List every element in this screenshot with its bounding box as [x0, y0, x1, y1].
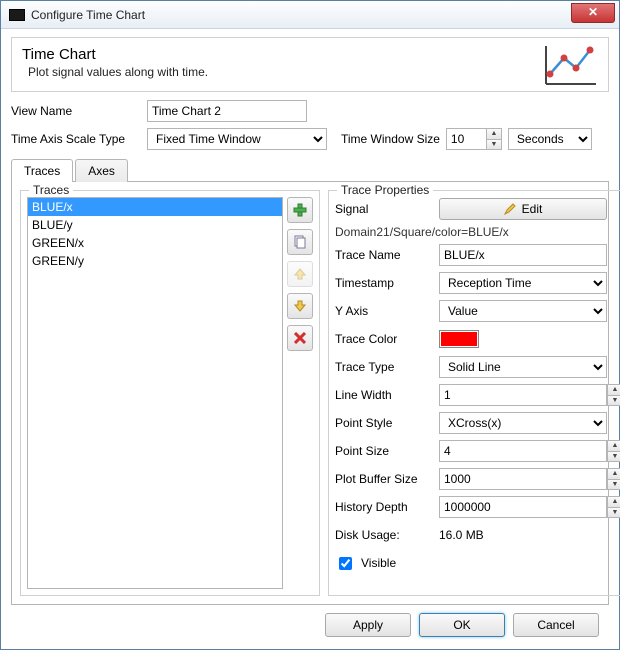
trace-type-label: Trace Type [335, 360, 433, 374]
list-item[interactable]: BLUE/y [28, 216, 282, 234]
window-size-input[interactable] [446, 128, 486, 150]
scale-type-label: Time Axis Scale Type [11, 132, 141, 146]
signal-path-text: Domain21/Square/color=BLUE/x [335, 225, 620, 239]
plot-buffer-spinner[interactable]: ▲▼ [439, 468, 620, 490]
scale-type-select[interactable]: Fixed Time Window [147, 128, 327, 150]
cancel-button[interactable]: Cancel [513, 613, 599, 637]
view-name-label: View Name [11, 104, 141, 118]
point-style-label: Point Style [335, 416, 433, 430]
visible-checkbox[interactable] [339, 557, 352, 570]
window-title: Configure Time Chart [31, 8, 145, 22]
header-panel: Time Chart Plot signal values along with… [11, 37, 609, 92]
disk-usage-label: Disk Usage: [335, 528, 433, 542]
move-up-button [287, 261, 313, 287]
window-size-spinner[interactable]: ▲ ▼ [446, 128, 502, 150]
spin-up-icon[interactable]: ▲ [607, 468, 620, 479]
spin-down-icon[interactable]: ▼ [607, 507, 620, 519]
props-legend: Trace Properties [337, 183, 433, 197]
yaxis-label: Y Axis [335, 304, 433, 318]
app-icon [9, 9, 25, 21]
titlebar: Configure Time Chart ✕ [1, 1, 619, 29]
plot-buffer-label: Plot Buffer Size [335, 472, 433, 486]
spin-down-icon[interactable]: ▼ [607, 451, 620, 463]
spin-up-icon[interactable]: ▲ [607, 384, 620, 395]
arrow-up-icon [294, 268, 306, 280]
plot-buffer-input[interactable] [439, 468, 607, 490]
trace-name-input[interactable] [439, 244, 607, 266]
content-area: Time Chart Plot signal values along with… [1, 29, 619, 649]
header-subtitle: Plot signal values along with time. [28, 65, 598, 79]
tab-strip: Traces Axes [11, 159, 609, 182]
delete-button[interactable] [287, 325, 313, 351]
trace-properties-fieldset: Trace Properties Signal Edit Domain21/Sq… [328, 190, 620, 596]
plus-icon [293, 203, 307, 217]
timestamp-label: Timestamp [335, 276, 433, 290]
spin-up-icon[interactable]: ▲ [607, 496, 620, 507]
edit-signal-button[interactable]: Edit [439, 198, 607, 220]
view-name-input[interactable] [147, 100, 307, 122]
spin-up-icon[interactable]: ▲ [607, 440, 620, 451]
copy-icon [293, 235, 307, 249]
point-size-label: Point Size [335, 444, 433, 458]
close-icon: ✕ [588, 5, 598, 19]
tab-traces[interactable]: Traces [11, 159, 73, 182]
history-depth-spinner[interactable]: ▲▼ [439, 496, 620, 518]
history-depth-input[interactable] [439, 496, 607, 518]
footer: Apply OK Cancel [11, 605, 609, 645]
tab-axes[interactable]: Axes [75, 159, 128, 182]
list-button-column [287, 197, 313, 589]
row-view-name: View Name [11, 100, 609, 122]
move-down-button[interactable] [287, 293, 313, 319]
window-unit-select[interactable]: Seconds [508, 128, 592, 150]
point-size-input[interactable] [439, 440, 607, 462]
spin-down-icon[interactable]: ▼ [607, 395, 620, 407]
pencil-icon [504, 203, 516, 215]
signal-label: Signal [335, 202, 433, 216]
trace-color-swatch[interactable] [439, 330, 479, 348]
line-width-spinner[interactable]: ▲▼ [439, 384, 620, 406]
ok-button[interactable]: OK [419, 613, 505, 637]
history-depth-label: History Depth [335, 500, 433, 514]
point-style-select[interactable]: XCross(x) [439, 412, 607, 434]
row-scale-type: Time Axis Scale Type Fixed Time Window T… [11, 128, 609, 150]
yaxis-select[interactable]: Value [439, 300, 607, 322]
window-size-label: Time Window Size [341, 132, 440, 146]
disk-usage-value: 16.0 MB [439, 528, 484, 542]
spin-up-icon[interactable]: ▲ [486, 128, 502, 139]
spin-down-icon[interactable]: ▼ [486, 139, 502, 151]
trace-type-select[interactable]: Solid Line [439, 356, 607, 378]
chart-icon [542, 44, 600, 88]
apply-button[interactable]: Apply [325, 613, 411, 637]
line-width-input[interactable] [439, 384, 607, 406]
traces-fieldset: Traces BLUE/x BLUE/y GREEN/x GREEN/y [20, 190, 320, 596]
line-width-label: Line Width [335, 388, 433, 402]
delete-icon [294, 332, 306, 344]
trace-color-label: Trace Color [335, 332, 433, 346]
trace-name-label: Trace Name [335, 248, 433, 262]
tab-body: Traces BLUE/x BLUE/y GREEN/x GREEN/y [11, 181, 609, 605]
traces-listbox[interactable]: BLUE/x BLUE/y GREEN/x GREEN/y [27, 197, 283, 589]
dialog-window: Configure Time Chart ✕ Time Chart Plot s… [0, 0, 620, 650]
list-item[interactable]: GREEN/x [28, 234, 282, 252]
traces-legend: Traces [29, 183, 73, 197]
copy-button[interactable] [287, 229, 313, 255]
close-button[interactable]: ✕ [571, 3, 615, 23]
point-size-spinner[interactable]: ▲▼ [439, 440, 620, 462]
list-item[interactable]: GREEN/y [28, 252, 282, 270]
arrow-down-icon [294, 300, 306, 312]
add-button[interactable] [287, 197, 313, 223]
timestamp-select[interactable]: Reception Time [439, 272, 607, 294]
spin-down-icon[interactable]: ▼ [607, 479, 620, 491]
visible-label: Visible [361, 556, 396, 570]
header-title: Time Chart [22, 46, 598, 63]
list-item[interactable]: BLUE/x [28, 198, 282, 216]
